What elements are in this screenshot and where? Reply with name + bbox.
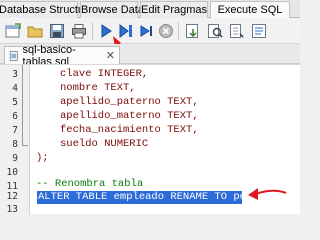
open-tab-button[interactable]: [4, 22, 22, 40]
code-comment: -- Renombra tabla: [36, 178, 144, 190]
save-sql-file-button[interactable]: [48, 22, 66, 40]
sql-toolbar: [0, 18, 300, 60]
line-number: 7: [12, 125, 18, 136]
line-number: 10: [6, 167, 18, 178]
toolbar-separator: [92, 22, 93, 40]
code-line: apellido_paterno TEXT,: [60, 96, 199, 108]
tab-execute-sql[interactable]: Execute SQL: [210, 1, 290, 19]
line-number: 4: [12, 83, 18, 94]
code-line: sueldo NUMERIC: [60, 138, 149, 150]
code-line: fecha_nacimiento TEXT,: [60, 124, 199, 136]
annotation-arrow-statement: [248, 188, 287, 200]
find-replace-icon: [230, 24, 244, 38]
sql-file-tab-bar: sql-basico-tablas.sql ✕: [0, 44, 300, 68]
sql-file-icon: [9, 50, 18, 61]
close-tab-icon[interactable]: ✕: [106, 49, 115, 62]
find-replace-button[interactable]: [228, 22, 246, 40]
code-line: nombre TEXT,: [60, 82, 136, 94]
comment-button[interactable]: [250, 22, 268, 40]
sql-file-tab[interactable]: sql-basico-tablas.sql ✕: [4, 44, 120, 68]
toolbar-separator: [178, 22, 179, 40]
tab-edit-pragmas[interactable]: Edit Pragmas: [140, 1, 208, 18]
line-number: 9: [12, 153, 18, 164]
tab-database-structure[interactable]: Database Structure: [0, 1, 94, 18]
line-number: 3: [12, 69, 18, 80]
folder-icon: [27, 26, 43, 38]
stop-execution-button[interactable]: [157, 22, 175, 40]
open-sql-file-button[interactable]: [26, 22, 44, 40]
save-results-button[interactable]: [184, 22, 202, 40]
print-button[interactable]: [70, 22, 88, 40]
print-icon: [72, 24, 86, 39]
save-results-icon: [186, 24, 198, 38]
comment-icon: [252, 24, 266, 38]
find-icon: [208, 24, 223, 38]
line-number: 5: [12, 97, 18, 108]
play-step-icon: [140, 25, 152, 37]
fold-line: [22, 65, 23, 145]
code-line: clave INTEGER,: [60, 68, 149, 80]
main-tab-bar: Database Structure Browse Data Edit Prag…: [0, 0, 300, 19]
line-number: 8: [12, 139, 18, 150]
tab-browse-data[interactable]: Browse Data: [80, 1, 144, 18]
code-line: );: [36, 152, 49, 164]
stop-icon: [159, 24, 173, 38]
sql-editor[interactable]: 3 4 5 6 7 8 9 10 11 12 13 clave INTEGER,…: [0, 64, 300, 215]
line-number: 13: [6, 204, 18, 215]
code-line: apellido_materno TEXT,: [60, 110, 199, 122]
save-icon: [50, 24, 64, 38]
fold-line-end: [22, 145, 28, 146]
find-button[interactable]: [206, 22, 224, 40]
line-number: 12: [6, 191, 18, 202]
line-number: 6: [12, 111, 18, 122]
new-tab-icon: [5, 23, 21, 38]
